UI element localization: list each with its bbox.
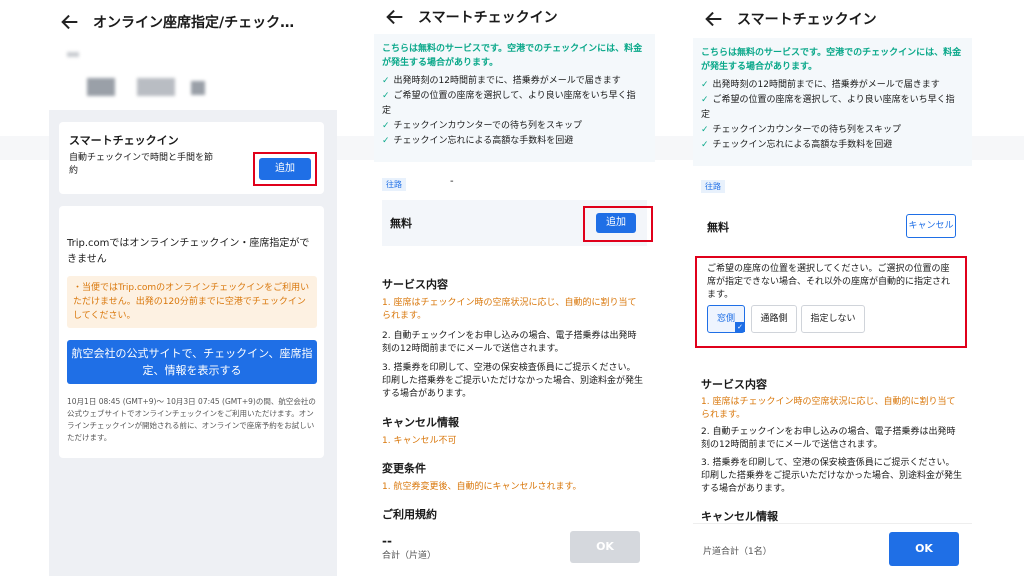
redacted-block [87, 78, 115, 96]
terms-title: ご利用規約 [382, 508, 437, 521]
screen-online-checkin: オンライン座席指定/チェック… スマートチェックイン 自動チェックインで時間と手… [49, 0, 337, 576]
benefit-item: ✓ 出発時刻の12時間前までに、搭乗券がメールで届きます [382, 76, 621, 86]
redacted-block [67, 52, 79, 57]
seat-prompt: ご希望の座席の位置を選択してください。ご選択の位置の座席が指定できない場合、それ… [707, 264, 951, 300]
service-title: サービス内容 [382, 278, 448, 291]
cancel-item: 1. キャンセル不可 [382, 436, 457, 446]
route-dash: - [450, 176, 454, 187]
smart-checkin-desc: 自動チェックインで時間と手間を節約 [69, 153, 214, 176]
cancel-title: キャンセル情報 [382, 416, 459, 429]
free-label: 無料 [707, 221, 729, 234]
service-item: 2. 自動チェックインをお申し込みの場合、電子搭乗券は出発時刻の12時間前までに… [701, 427, 956, 450]
header: スマートチェックイン [374, 0, 655, 34]
benefit-item: ✓ チェックイン忘れによる高額な手数料を回避 [382, 136, 574, 146]
selected-check-icon: ✓ [735, 322, 745, 332]
check-icon: ✓ [701, 95, 709, 105]
redacted-block [191, 81, 205, 95]
benefit-list: ✓ 出発時刻の12時間前までに、搭乗券がメールで届きます ✓ ご希望の位置の座席を選… [701, 78, 963, 153]
notice-box: ・当便ではTrip.comのオンラインチェックインをご利用いただけません。出発の… [67, 276, 317, 328]
check-icon: ✓ [382, 76, 390, 86]
service-item: 3. 搭乗券を印刷して、空港の保安検査係員にご提示ください。印刷した搭乗券をご提… [382, 363, 644, 399]
benefit-item: ✓ チェックインカウンターでの待ち列をスキップ [382, 121, 583, 131]
info-card: Trip.comではオンラインチェックイン・座席指定ができません ・当便ではTr… [59, 206, 324, 458]
header: オンライン座席指定/チェック… [49, 0, 337, 44]
seat-option-aisle[interactable]: 通路側 [751, 305, 797, 333]
airline-site-button[interactable]: 航空会社の公式サイトで、チェックイン、座席指定、情報を表示する [67, 340, 317, 384]
service-item: 3. 搭乗券を印刷して、空港の保安検査係員にご提示ください。印刷した搭乗券をご提… [701, 458, 963, 494]
service-item: 2. 自動チェックインをお申し込みの場合、電子搭乗券は出発時刻の12時間前までに… [382, 331, 637, 354]
service-item: 1. 座席はチェックイン時の空席状況に応じ、自動的に割り当てられます。 [382, 298, 637, 321]
benefits-section: こちらは無料のサービスです。空港でのチェックインには、料金が発生する場合がありま… [374, 34, 655, 162]
check-icon: ✓ [382, 91, 390, 101]
benefit-list: ✓ 出発時刻の12時間前までに、搭乗券がメールで届きます ✓ ご希望の位置の座席を選… [382, 74, 644, 149]
benefit-item: ✓ チェックイン忘れによる高額な手数料を回避 [701, 140, 893, 150]
benefit-item: ✓ ご希望の位置の座席を選択して、より良い座席をいち早く指定 [701, 95, 955, 120]
footnote: 10月1日 08:45 (GMT+9)〜 10月3日 07:45 (GMT+9)… [67, 397, 316, 442]
info-title: Trip.comではオンラインチェックイン・座席指定ができません [67, 238, 310, 265]
back-arrow-icon[interactable] [384, 6, 406, 28]
cancel-title: キャンセル情報 [701, 510, 778, 523]
total-label: 片道合計（1名） [703, 547, 772, 557]
check-icon: ✓ [701, 80, 709, 90]
benefit-item: ✓ チェックインカウンターでの待ち列をスキップ [701, 125, 902, 135]
check-icon: ✓ [701, 140, 709, 150]
change-title: 変更条件 [382, 462, 426, 475]
highlight-box [253, 152, 317, 186]
ok-button[interactable]: OK [889, 532, 959, 566]
ok-button[interactable]: OK [570, 531, 640, 563]
free-label: 無料 [390, 217, 412, 230]
intro-text: こちらは無料のサービスです。空港でのチェックインには、料金が発生する場合がありま… [701, 48, 962, 72]
service-title: サービス内容 [701, 378, 767, 391]
check-icon: ✓ [701, 125, 709, 135]
screen-smart-checkin: スマートチェックイン こちらは無料のサービスです。空港でのチェックインには、料金… [374, 0, 655, 576]
footer-bar: -- 合計（片道） OK [374, 528, 655, 576]
check-icon: ✓ [382, 136, 390, 146]
header: スマートチェックイン [693, 0, 972, 38]
benefits-section: こちらは無料のサービスです。空港でのチェックインには、料金が発生する場合がありま… [693, 38, 972, 166]
highlight-box [583, 206, 653, 242]
seat-option-none[interactable]: 指定しない [801, 305, 865, 333]
back-arrow-icon[interactable] [59, 11, 81, 33]
smart-checkin-card: スマートチェックイン 自動チェックインで時間と手間を節約 追加 [59, 122, 324, 194]
page-title: オンライン座席指定/チェック… [93, 15, 295, 31]
cancel-button[interactable]: キャンセル [906, 214, 956, 238]
footer-bar: 片道合計（1名） OK [693, 523, 972, 576]
smart-checkin-title: スマートチェックイン [69, 134, 179, 147]
service-item: 1. 座席はチェックイン時の空席状況に応じ、自動的に割り当てられます。 [701, 397, 956, 420]
benefit-item: ✓ 出発時刻の12時間前までに、搭乗券がメールで届きます [701, 80, 940, 90]
page-title: スマートチェックイン [418, 10, 558, 26]
route-tag: 往路 [382, 178, 406, 191]
screen-smart-checkin-added: スマートチェックイン こちらは無料のサービスです。空港でのチェックインには、料金… [693, 0, 972, 576]
back-arrow-icon[interactable] [703, 8, 725, 30]
benefit-item: ✓ ご希望の位置の座席を選択して、より良い座席をいち早く指定 [382, 91, 636, 116]
price-row: 無料 追加 [382, 200, 653, 246]
total-price: -- [382, 534, 392, 548]
flight-info-area [49, 44, 337, 110]
intro-text: こちらは無料のサービスです。空港でのチェックインには、料金が発生する場合がありま… [382, 44, 643, 68]
check-icon: ✓ [382, 121, 390, 131]
route-tag: 往路 [701, 180, 725, 193]
page-title: スマートチェックイン [737, 12, 877, 28]
total-label: 合計（片道） [382, 551, 437, 561]
change-item: 1. 航空券変更後、自動的にキャンセルされます。 [382, 482, 582, 492]
redacted-block [137, 78, 175, 96]
